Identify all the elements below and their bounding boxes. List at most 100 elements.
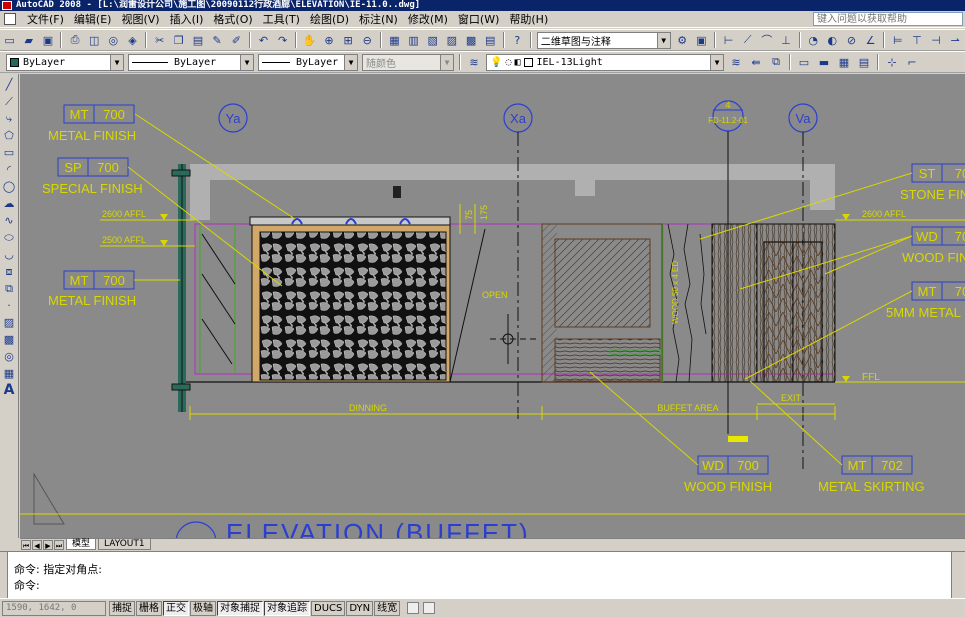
menu-edit[interactable]: 编辑(E) [69,11,117,27]
snap-settings-icon[interactable]: ⊹ [883,53,901,71]
status-otrack-button[interactable]: 对象追踪 [264,600,310,616]
coordinate-readout[interactable]: 1590, 1642, 0 [2,600,106,616]
circle-icon[interactable]: ◯ [1,178,18,195]
model-space-icon[interactable] [407,602,420,614]
block-editor-icon[interactable]: ✐ [228,31,245,49]
publish-icon[interactable]: ◎ [105,31,122,49]
tray-settings-icon[interactable] [423,602,436,614]
multileader-style-icon[interactable]: ▤ [855,53,873,71]
table-style-icon[interactable]: ▦ [835,53,853,71]
prev-tab-icon[interactable]: ◀ [32,539,42,550]
cad-drawing[interactable]: Ya Xa Va 4 FD-11.2-01 WOOD 50 x 4 ED OPE… [20,74,965,538]
copy-icon[interactable]: ❐ [170,31,187,49]
workspace-settings-icon[interactable]: ⚙ [674,31,691,49]
dim-baseline-icon[interactable]: ⊤ [908,31,925,49]
dim-linear-icon[interactable]: ⊢ [720,31,737,49]
menu-tools[interactable]: 工具(T) [258,11,305,27]
insert-block-icon[interactable]: ⧈ [1,263,18,280]
dim-diameter-icon[interactable]: ⊘ [843,31,860,49]
quick-leader-icon[interactable]: ⇀ [947,31,964,49]
document-icon[interactable] [4,13,16,25]
dim-style-icon[interactable]: ▬ [815,53,833,71]
tab-layout1[interactable]: LAYOUT1 [98,539,151,550]
status-osnap-button[interactable]: 对象捕捉 [217,600,263,616]
color-combo[interactable]: ByLayer ▼ [6,53,124,71]
layer-states-icon[interactable]: ⧉ [767,53,785,71]
quick-dim-icon[interactable]: ⊨ [889,31,906,49]
layer-previous-icon[interactable]: ⇚ [747,53,765,71]
lineweight-combo[interactable]: ByLayer ▼ [258,53,358,71]
3d-dwf-icon[interactable]: ◈ [124,31,141,49]
construction-line-icon[interactable]: ⟋ [1,93,18,110]
plot-icon[interactable]: ⎙ [66,31,83,49]
paste-icon[interactable]: ▤ [189,31,206,49]
chevron-down-icon[interactable]: ▼ [344,54,357,70]
dim-angular-icon[interactable]: ∠ [862,31,879,49]
redo-icon[interactable]: ↷ [274,31,291,49]
make-block-icon[interactable]: ⧉ [1,280,18,297]
menu-view[interactable]: 视图(V) [116,11,164,27]
linetype-combo[interactable]: ByLayer ▼ [128,53,254,71]
dim-arc-icon[interactable]: ⌒ [758,31,775,49]
status-ducs-button[interactable]: DUCS [311,600,346,616]
layer-combo[interactable]: 💡 ◌ ◧ IEL-13Light ▼ [486,53,724,71]
status-ortho-button[interactable]: 正交 [163,600,189,616]
workspace-save-icon[interactable]: ▣ [693,31,710,49]
chevron-down-icon[interactable]: ▼ [710,54,723,70]
menu-help[interactable]: 帮助(H) [504,11,553,27]
last-tab-icon[interactable]: ⏭ [54,539,64,550]
drawing-canvas[interactable]: Ya Xa Va 4 FD-11.2-01 WOOD 50 x 4 ED OPE… [20,74,965,538]
open-file-icon[interactable]: ▰ [20,31,37,49]
polygon-icon[interactable]: ⬠ [1,127,18,144]
undo-icon[interactable]: ↶ [255,31,272,49]
cut-icon[interactable]: ✂ [151,31,168,49]
command-scrollbar[interactable] [951,552,965,599]
next-tab-icon[interactable]: ▶ [43,539,53,550]
match-properties-icon[interactable]: ✎ [209,31,226,49]
line-icon[interactable]: ╱ [1,76,18,93]
first-tab-icon[interactable]: ⏮ [21,539,31,550]
status-lineweight-button[interactable]: 线宽 [374,600,401,616]
make-layer-current-icon[interactable]: ≋ [727,53,745,71]
zoom-window-icon[interactable]: ⊞ [340,31,357,49]
plot-preview-icon[interactable]: ◫ [86,31,103,49]
command-window-grip[interactable] [0,552,8,599]
design-center-icon[interactable]: ▥ [405,31,422,49]
ellipse-arc-icon[interactable]: ◡ [1,246,18,263]
save-icon[interactable]: ▣ [39,31,56,49]
zoom-realtime-icon[interactable]: ⊕ [320,31,337,49]
arc-icon[interactable]: ◜ [1,161,18,178]
command-prompt-line[interactable]: 命令: [14,579,40,593]
status-dyn-button[interactable]: DYN [346,600,374,616]
text-style-icon[interactable]: ▭ [795,53,813,71]
dim-ordinate-icon[interactable]: ⊥ [777,31,794,49]
dim-radius-icon[interactable]: ◔ [805,31,822,49]
revision-cloud-icon[interactable]: ☁ [1,195,18,212]
ucs-icon[interactable]: ⌐ [903,53,921,71]
menu-window[interactable]: 窗口(W) [453,11,504,27]
spline-icon[interactable]: ∿ [1,212,18,229]
status-snap-button[interactable]: 捕捉 [109,600,135,616]
tab-model[interactable]: 模型 [66,539,97,550]
calculator-icon[interactable]: ▤ [482,31,499,49]
chevron-down-icon[interactable]: ▼ [656,32,670,48]
hatch-icon[interactable]: ▨ [1,314,18,331]
command-window[interactable]: 命令: 指定对角点: 命令: [0,551,965,599]
menu-format[interactable]: 格式(O) [208,11,257,27]
dim-continue-icon[interactable]: ⊣ [927,31,944,49]
table-icon[interactable]: ▦ [1,365,18,382]
rectangle-icon[interactable]: ▭ [1,144,18,161]
new-file-icon[interactable]: ▭ [1,31,18,49]
autocad-app-icon[interactable] [2,1,12,10]
chevron-down-icon[interactable]: ▼ [110,54,123,70]
zoom-previous-icon[interactable]: ⊖ [359,31,376,49]
tool-palettes-icon[interactable]: ▧ [424,31,441,49]
polyline-icon[interactable]: ⤷ [1,110,18,127]
menu-dimension[interactable]: 标注(N) [354,11,403,27]
multiline-text-icon[interactable]: A [1,382,18,399]
sheet-set-icon[interactable]: ▨ [443,31,460,49]
dim-jogged-icon[interactable]: ◐ [824,31,841,49]
status-polar-button[interactable]: 极轴 [190,600,216,616]
menu-insert[interactable]: 插入(I) [165,11,209,27]
dim-aligned-icon[interactable]: ⟋ [739,31,756,49]
